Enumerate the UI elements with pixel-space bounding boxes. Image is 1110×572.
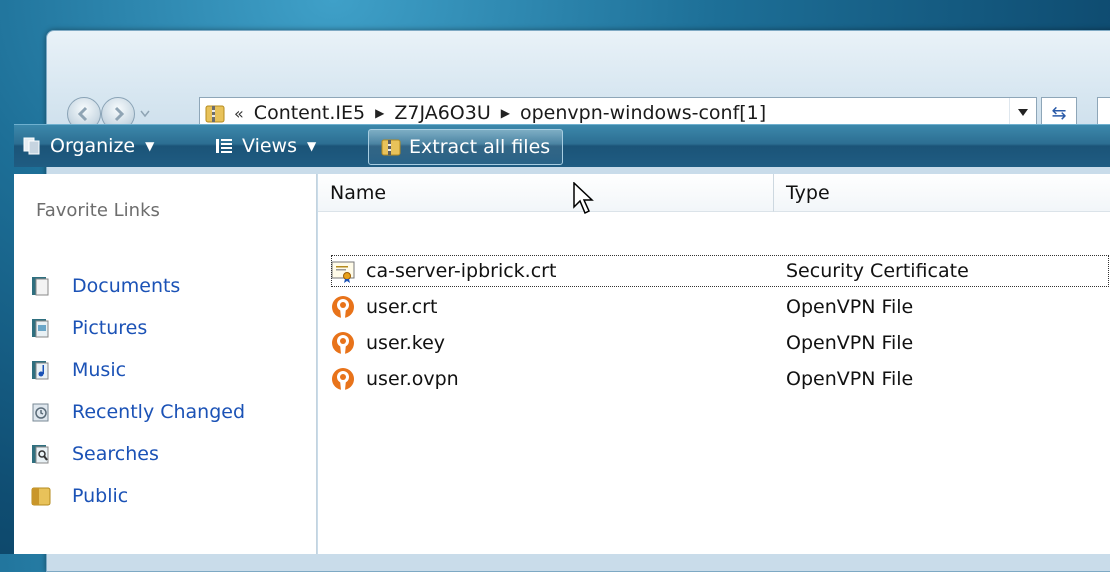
favorite-links-heading: Favorite Links [36,200,160,221]
extract-all-files-button[interactable]: Extract all files [368,129,564,165]
mouse-pointer-icon [573,182,594,215]
recent-pages-button[interactable] [139,108,151,120]
command-bar: Organize ▼ Views ▼ Extract all files [14,124,1110,167]
organize-icon [23,137,40,155]
documents-icon [32,277,49,296]
recently-changed-icon [32,403,49,422]
forward-arrow-icon [114,106,125,122]
file-name-cell: ca-server-ipbrick.crt [330,258,774,284]
file-name: ca-server-ipbrick.crt [366,260,557,282]
file-name: user.key [366,332,445,354]
chevron-down-icon: ▼ [307,139,317,153]
breadcrumb-z7ja6o3u[interactable]: Z7JA6O3U [394,102,490,124]
sidebar-item-label: Music [72,359,127,381]
refresh-icon: ⇆ [1051,102,1067,124]
chevron-down-icon: ▼ [145,139,155,153]
breadcrumb-separator-icon[interactable]: ▶ [501,106,510,120]
views-label: Views [242,135,297,157]
music-icon [32,361,49,380]
file-row-ca-server-ipbrick[interactable]: ca-server-ipbrick.crt Security Certifica… [330,254,1110,288]
navigation-pane: Favorite Links Documents Pictures Music … [14,174,317,554]
file-name-cell: user.key [330,330,774,356]
sidebar-item-label: Pictures [72,317,148,339]
sidebar-item-label: Searches [72,443,159,465]
organize-button[interactable]: Organize ▼ [22,129,154,163]
file-type: OpenVPN File [786,332,914,354]
file-name: user.crt [366,296,438,318]
sidebar-item-pictures[interactable]: Pictures [30,312,147,344]
file-list-pane: Name Type ca-server-ipbrick.crt Security… [318,174,1110,554]
address-overflow-chevron[interactable]: « [234,104,244,123]
organize-label: Organize [50,135,136,157]
sidebar-item-searches[interactable]: Searches [30,438,159,470]
chevron-down-icon [1018,109,1028,116]
views-icon [216,139,232,153]
zip-folder-icon [381,139,401,156]
sidebar-item-recently-changed[interactable]: Recently Changed [30,396,245,428]
openvpn-icon [332,296,354,318]
file-name: user.ovpn [366,368,459,390]
breadcrumb-content-ie5[interactable]: Content.IE5 [254,102,365,124]
sidebar-item-label: Public [72,485,129,507]
file-name-cell: user.ovpn [330,366,774,392]
file-row-user-ovpn[interactable]: user.ovpn OpenVPN File [330,362,1110,396]
file-row-user-crt[interactable]: user.crt OpenVPN File [330,290,1110,324]
sidebar-item-music[interactable]: Music [30,354,126,386]
sidebar-item-documents[interactable]: Documents [30,270,180,302]
public-folder-icon [31,487,51,506]
file-name-cell: user.crt [330,294,774,320]
pictures-icon [32,319,49,338]
sidebar-item-public[interactable]: Public [30,480,128,512]
zip-folder-icon [205,105,225,123]
file-type: OpenVPN File [786,296,914,318]
openvpn-icon [332,368,354,390]
breadcrumb-separator-icon[interactable]: ▶ [375,106,384,120]
chevron-down-icon [140,110,150,118]
back-arrow-icon [77,106,88,122]
sidebar-item-label: Documents [72,275,181,297]
column-header-name[interactable]: Name [318,174,774,212]
certificate-icon [331,261,355,283]
column-header-type[interactable]: Type [774,174,1110,212]
breadcrumb-openvpn-windows-conf[interactable]: openvpn-windows-conf[1] [520,102,766,124]
file-row-user-key[interactable]: user.key OpenVPN File [330,326,1110,360]
searches-icon [32,445,49,464]
openvpn-icon [332,332,354,354]
file-type: Security Certificate [786,260,969,282]
views-button[interactable]: Views ▼ [214,129,316,163]
file-type: OpenVPN File [786,368,914,390]
sidebar-item-label: Recently Changed [72,401,246,423]
extract-all-files-label: Extract all files [409,136,551,158]
